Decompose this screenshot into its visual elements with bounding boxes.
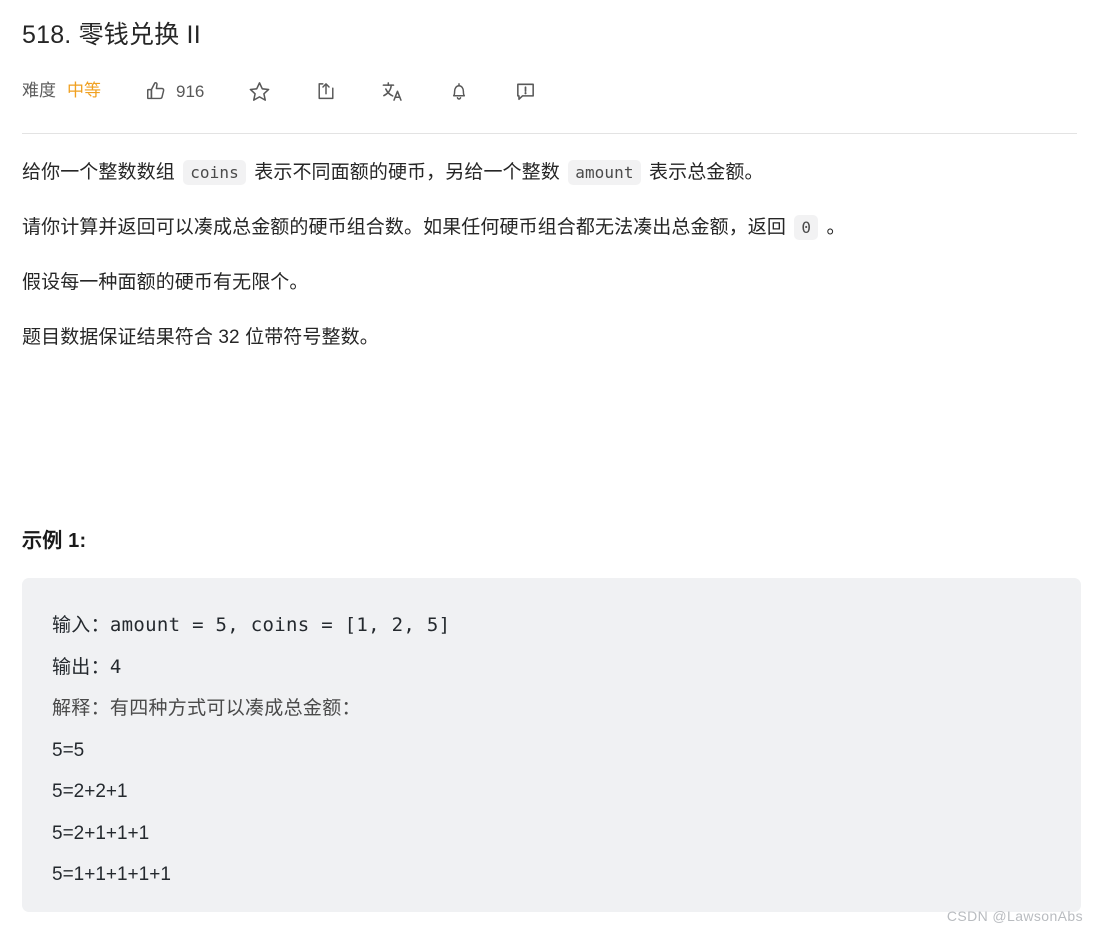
example-code-block: 输入：amount = 5, coins = [1, 2, 5] 输出：4 解释：有… bbox=[22, 578, 1081, 912]
difficulty-label: 难度 bbox=[22, 81, 56, 100]
header-divider bbox=[22, 133, 1077, 134]
description-paragraph-3: 假设每一种面额的硬币有无限个。 bbox=[22, 272, 309, 293]
bell-icon bbox=[448, 80, 470, 102]
inline-code-zero: 0 bbox=[794, 215, 819, 240]
description-paragraph-4: 题目数据保证结果符合 32 位带符号整数。 bbox=[22, 327, 379, 348]
code-line: 输出：4 bbox=[52, 647, 1081, 689]
example-heading: 示例 1: bbox=[22, 530, 87, 552]
desc-p1-text-c: 表示总金额。 bbox=[643, 162, 764, 183]
meta-bar: 难度 中等 916 bbox=[22, 74, 537, 108]
code-line: 5=2+1+1+1 bbox=[52, 813, 1081, 855]
translate-button[interactable] bbox=[381, 80, 404, 103]
like-count: 916 bbox=[176, 81, 205, 101]
inline-code-amount: amount bbox=[568, 160, 641, 185]
code-line: 输入：amount = 5, coins = [1, 2, 5] bbox=[52, 605, 1081, 647]
page-title: 518. 零钱兑换 II bbox=[22, 21, 201, 49]
desc-p2-text-b: 。 bbox=[821, 217, 846, 238]
description-paragraph-2: 请你计算并返回可以凑成总金额的硬币组合数。如果任何硬币组合都无法凑出总金额，返回… bbox=[22, 210, 1074, 245]
desc-p1-text-a: 给你一个整数数组 bbox=[22, 162, 181, 183]
code-line: 5=1+1+1+1+1 bbox=[52, 854, 1081, 896]
difficulty-badge: 中等 bbox=[67, 81, 101, 100]
code-line: 解释：有四种方式可以凑成总金额： bbox=[52, 688, 1081, 730]
code-line-text: 5=1+1+1+1+1 bbox=[52, 864, 171, 885]
star-icon bbox=[248, 80, 271, 103]
feedback-button[interactable] bbox=[514, 80, 537, 103]
favorite-button[interactable] bbox=[248, 80, 271, 103]
translate-icon bbox=[381, 80, 404, 103]
code-line-prefix: 输出： bbox=[52, 655, 110, 678]
action-toolbar: 916 bbox=[145, 80, 537, 103]
code-line-text: 4 bbox=[109, 655, 122, 678]
watermark: CSDN @LawsonAbs bbox=[946, 908, 1083, 924]
desc-p1-text-b: 表示不同面额的硬币，另给一个整数 bbox=[248, 162, 566, 183]
like-button[interactable]: 916 bbox=[145, 80, 204, 102]
code-line-text: 5=2+1+1+1 bbox=[52, 822, 150, 844]
share-icon bbox=[315, 80, 337, 102]
problem-page: 518. 零钱兑换 II 难度 中等 916 给你一个整数数组 coins 表示… bbox=[0, 0, 1099, 930]
problem-description: 给你一个整数数组 coins 表示不同面额的硬币，另给一个整数 amount 表… bbox=[22, 155, 1074, 375]
code-line: 5=2+2+1 bbox=[52, 771, 1081, 813]
code-line-text: 5=2+2+1 bbox=[52, 781, 128, 802]
thumbs-up-icon bbox=[145, 80, 167, 102]
description-paragraph-1: 给你一个整数数组 coins 表示不同面额的硬币，另给一个整数 amount 表… bbox=[22, 155, 1074, 190]
code-line: 5=5 bbox=[52, 730, 1081, 772]
share-button[interactable] bbox=[315, 80, 337, 102]
code-line-text: 5=5 bbox=[52, 739, 85, 761]
code-line-prefix: 解释： bbox=[52, 697, 110, 719]
code-line-prefix: 输入： bbox=[52, 614, 110, 636]
notification-button[interactable] bbox=[448, 80, 470, 102]
code-line-text: amount = 5, coins = [1, 2, 5] bbox=[109, 614, 451, 636]
feedback-icon bbox=[514, 80, 537, 103]
inline-code-coins: coins bbox=[183, 160, 246, 185]
desc-p2-text-a: 请你计算并返回可以凑成总金额的硬币组合数。如果任何硬币组合都无法凑出总金额，返回 bbox=[22, 217, 792, 238]
code-line-text: 有四种方式可以凑成总金额： bbox=[109, 697, 361, 719]
